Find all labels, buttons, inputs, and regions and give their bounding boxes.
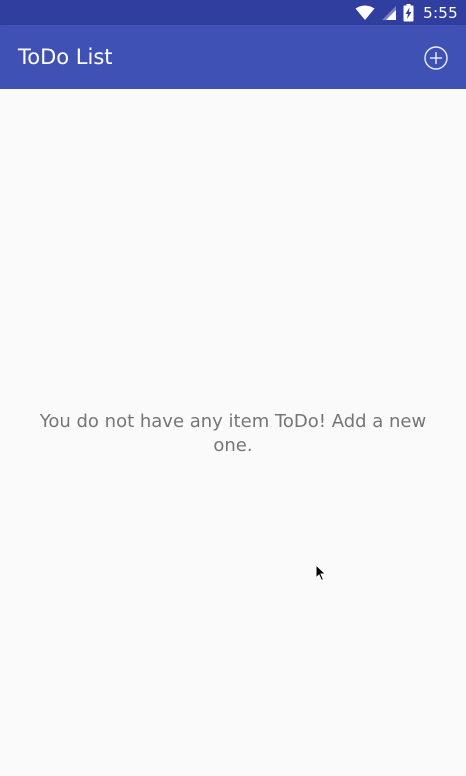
empty-state-message: You do not have any item ToDo! Add a new… [39,411,427,456]
signal-icon [381,5,397,21]
add-circle-icon [423,45,449,71]
wifi-icon [355,5,375,21]
app-title: ToDo List [18,45,113,69]
battery-charging-icon [403,3,414,22]
mouse-cursor-icon [315,563,327,586]
add-button[interactable] [423,45,449,71]
status-bar: 5:55 [0,0,466,25]
status-time: 5:55 [423,3,458,22]
todo-list-area: You do not have any item ToDo! Add a new… [0,89,466,776]
app-bar: ToDo List [0,25,466,89]
